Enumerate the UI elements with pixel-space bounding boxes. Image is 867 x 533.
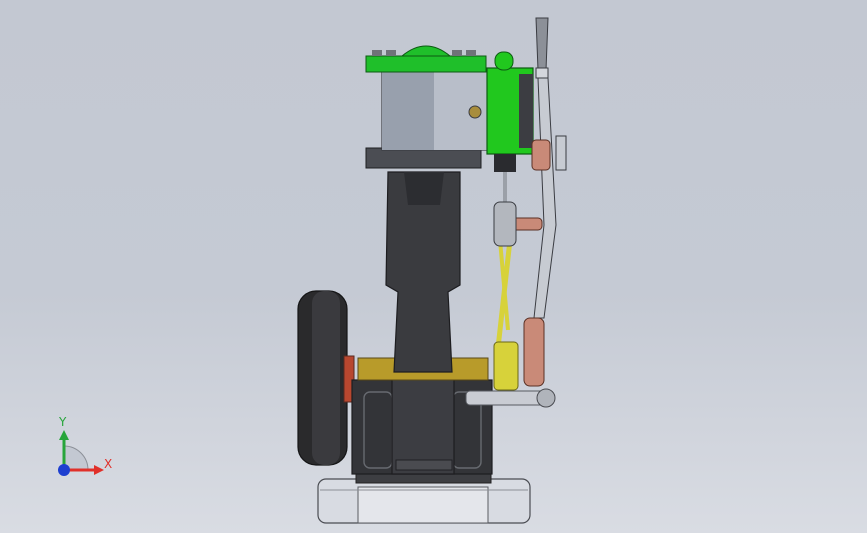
x-axis-arrow-head (94, 465, 104, 475)
valve-chest[interactable] (486, 51, 534, 172)
crankcase[interactable] (351, 371, 493, 475)
engine-column[interactable] (385, 171, 461, 373)
x-axis-label: X (104, 457, 113, 471)
y-axis-label: Y (59, 415, 67, 429)
cylinder[interactable] (365, 69, 488, 169)
eccentric-rods[interactable] (493, 239, 519, 391)
engine-base[interactable] (317, 470, 531, 524)
coordinate-triad[interactable] (58, 430, 104, 476)
y-axis-arrow-head (59, 430, 69, 440)
z-axis-dot (58, 464, 70, 476)
flywheel[interactable] (297, 290, 355, 466)
steam-engine-model[interactable] (0, 0, 867, 533)
cylinder-head[interactable] (365, 45, 487, 73)
expansion-link[interactable] (493, 201, 517, 247)
cad-3d-viewport[interactable]: Y X (0, 0, 867, 533)
crankshaft[interactable] (465, 388, 556, 408)
